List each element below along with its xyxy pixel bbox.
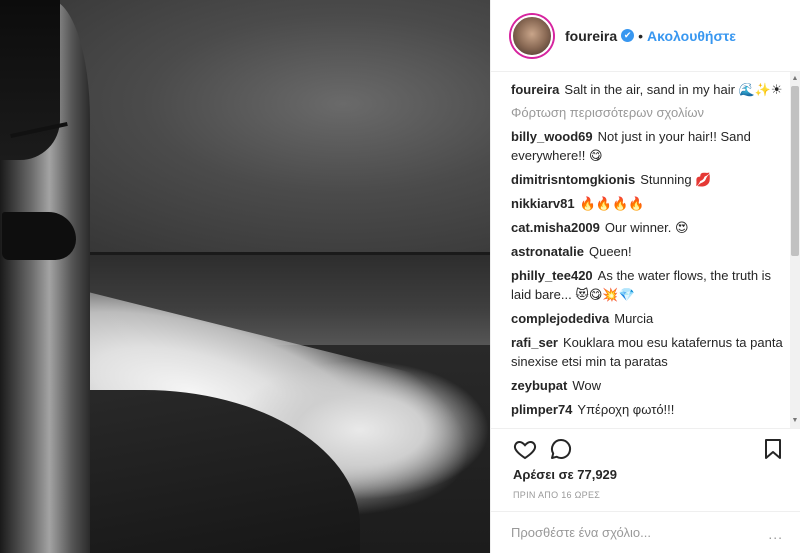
add-comment-bar: ... <box>491 511 800 553</box>
comment-username[interactable]: cat.misha2009 <box>511 220 600 235</box>
post-timestamp: ΠΡΙΝ ΑΠΟ 16 ΩΡΕΣ <box>513 490 601 500</box>
photo-figure-bikini <box>2 212 76 260</box>
instagram-post: foureira ✔ • Ακολουθήστε foureira Salt in… <box>0 0 800 553</box>
comment-input[interactable] <box>511 525 771 540</box>
scroll-down-arrow-icon[interactable]: ▼ <box>791 416 799 426</box>
comment-username[interactable]: zeybupat <box>511 378 567 393</box>
comment-item: billy_wood69 Not just in your hair!! Sand… <box>511 127 785 165</box>
verified-badge-icon: ✔ <box>621 29 635 42</box>
follow-button[interactable]: Ακολουθήστε <box>647 28 736 44</box>
comment-item: astronatalie Queen! <box>511 242 785 261</box>
comment-text: Stunning 💋 <box>640 172 712 187</box>
comment-username[interactable]: philly_tee420 <box>511 268 593 283</box>
likes-count[interactable]: Αρέσει σε 77,929 <box>513 467 617 482</box>
more-options-icon[interactable]: ... <box>768 526 783 542</box>
author-avatar[interactable] <box>511 14 553 57</box>
comment-username[interactable]: billy_wood69 <box>511 129 593 144</box>
post-side-panel: foureira ✔ • Ακολουθήστε foureira Salt in… <box>490 0 800 553</box>
caption-username[interactable]: foureira <box>511 82 559 97</box>
comment-item: philly_tee420 As the water flows, the tru… <box>511 266 785 304</box>
comment-text: Our winner. 😍 <box>604 220 689 235</box>
load-more-comments-button[interactable]: Φόρτωση περισσότερων σχολίων <box>511 105 785 120</box>
comment-item: rafi_ser Kouklara mou esu katafernus ta p… <box>511 333 785 371</box>
photo-figure-hair <box>0 0 60 160</box>
comment-item: complejodediva Murcia <box>511 309 785 328</box>
comment-username[interactable]: dimitrisntomgkionis <box>511 172 635 187</box>
comment-username[interactable]: rafi_ser <box>511 335 558 350</box>
caption: foureira Salt in the air, sand in my hair… <box>511 80 785 99</box>
scroll-up-arrow-icon[interactable]: ▲ <box>791 74 799 84</box>
comment-text: Queen! <box>588 244 632 259</box>
comment-username[interactable]: complejodediva <box>511 311 609 326</box>
comment-text: 🔥🔥🔥🔥 <box>579 196 645 211</box>
bookmark-icon[interactable] <box>761 437 785 461</box>
comment-username[interactable]: astronatalie <box>511 244 584 259</box>
caption-text: Salt in the air, sand in my hair 🌊✨☀ <box>564 82 783 97</box>
comment-text: Wow <box>572 378 601 393</box>
comment-text: Murcia <box>614 311 654 326</box>
comment-username[interactable]: nikkiarv81 <box>511 196 575 211</box>
comments-scrollbar[interactable]: ▲ ▼ <box>790 72 800 428</box>
post-photo[interactable] <box>0 0 490 553</box>
comment-text: Υπέροχη φωτό!!! <box>577 402 675 417</box>
comments-list[interactable]: foureira Salt in the air, sand in my hair… <box>491 80 800 428</box>
comment-item: plimper74 Υπέροχη φωτό!!! <box>511 400 785 419</box>
post-header: foureira ✔ • Ακολουθήστε <box>491 0 800 72</box>
heart-icon[interactable] <box>513 437 537 461</box>
comment-bubble-icon[interactable] <box>549 437 573 461</box>
comment-item: zeybupat Wow <box>511 376 785 395</box>
comment-item: nikkiarv81 🔥🔥🔥🔥 <box>511 194 785 213</box>
comment-username[interactable]: plimper74 <box>511 402 572 417</box>
author-username[interactable]: foureira <box>565 28 617 44</box>
scrollbar-thumb[interactable] <box>791 86 799 256</box>
post-actions-bar <box>491 428 800 466</box>
header-separator: • <box>638 27 644 44</box>
comment-item: cat.misha2009 Our winner. 😍 <box>511 218 785 237</box>
comment-item: dimitrisntomgkionis Stunning 💋 <box>511 170 785 189</box>
